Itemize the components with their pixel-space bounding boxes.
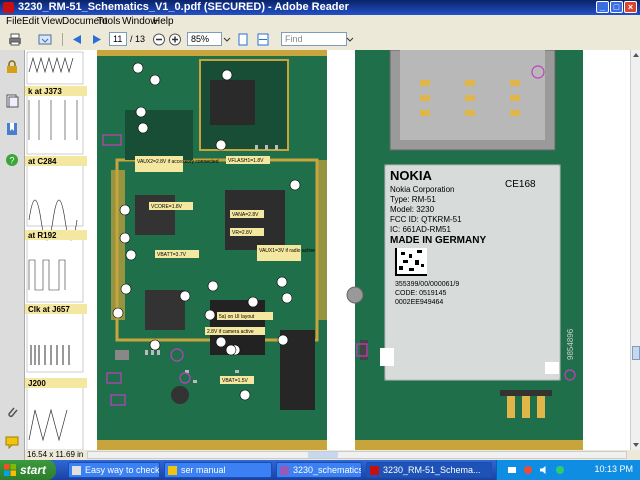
zoom-out-icon[interactable] [152, 33, 166, 46]
window-title: 3230_RM-51_Schematics_V1_0.pdf (SECURED)… [18, 1, 349, 13]
layout-label: 5a) on UI layout [219, 314, 255, 320]
horizontal-scroll-thumb[interactable] [308, 452, 338, 458]
menu-bar: File Edit View Document Tools Window Hel… [0, 15, 640, 29]
clock: 10:13 PM [594, 464, 633, 474]
next-page-icon[interactable] [90, 33, 104, 46]
taskbar: start Easy way to check sh... ser manual… [0, 460, 640, 480]
vbat2-label: VBAT=1.5V [222, 378, 249, 384]
schematic-page: k at J373 at C284 at R192 Clk at J657 J2… [25, 50, 630, 450]
vaux1-label: VAUX1=3V if radio active [259, 248, 315, 254]
start-button[interactable]: start [0, 460, 56, 480]
camera-label: 2.8V if camera active [207, 329, 254, 335]
strip-label: k at J373 [28, 87, 62, 96]
navigation-pane: ? [0, 50, 25, 460]
maximize-button[interactable]: □ [610, 1, 623, 13]
menu-edit[interactable]: Edit [22, 16, 39, 27]
toolbar: 11 / 13 85% Find [0, 29, 640, 51]
menu-view[interactable]: View [41, 16, 63, 27]
fit-page-icon[interactable] [236, 33, 250, 46]
svg-text:?: ? [9, 156, 14, 166]
waveform-strip: k at J373 at C284 at R192 Clk at J657 J2… [25, 50, 87, 450]
task-ser-manual[interactable]: ser manual [164, 462, 272, 478]
label-corp: Nokia Corporation [390, 185, 454, 194]
label-made-in: MADE IN GERMANY [390, 235, 486, 246]
vr-label: VR=2.8V [232, 230, 253, 236]
windows-logo-icon [4, 464, 16, 476]
bookmarks-icon[interactable] [5, 122, 19, 136]
label-serial-2: 0002EE949464 [395, 299, 443, 306]
title-bar: 3230_RM-51_Schematics_V1_0.pdf (SECURED)… [0, 0, 640, 15]
scroll-down-icon[interactable] [632, 441, 640, 449]
attachment-icon[interactable] [5, 405, 19, 419]
fit-width-icon[interactable] [256, 33, 270, 46]
system-tray: 10:13 PM [496, 460, 640, 480]
close-button[interactable]: × [624, 1, 637, 13]
volume-icon[interactable] [539, 465, 549, 475]
browser-icon [72, 466, 81, 475]
page-number-input[interactable]: 11 [109, 32, 127, 46]
network-icon[interactable] [507, 465, 517, 475]
label-fcc: FCC ID: QTKRM-51 [390, 215, 462, 224]
task-adobe-reader[interactable]: 3230_RM-51_Schema... [366, 462, 492, 478]
vaux2-label: VAUX2=2.8V if accessory connected [137, 159, 219, 165]
vana-label: VANA=2.8V [232, 212, 259, 218]
pages-icon[interactable] [5, 94, 19, 108]
horizontal-scrollbar[interactable] [87, 451, 627, 459]
folder-icon [168, 466, 177, 475]
label-model: Model: 3230 [390, 205, 435, 214]
label-code: CODE: 0519145 [395, 290, 446, 297]
comments-icon[interactable] [5, 435, 19, 449]
find-input[interactable]: Find [281, 32, 347, 46]
menu-tools[interactable]: Tools [97, 16, 120, 27]
page-total: / 13 [130, 34, 146, 44]
pcb-back-side: NOKIA CE168 Nokia Corporation Type: RM-5… [346, 50, 583, 450]
page-size: 16.54 x 11.69 in [27, 450, 84, 459]
shield-icon[interactable] [523, 465, 533, 475]
document-view[interactable]: k at J373 at C284 at R192 Clk at J657 J2… [25, 50, 630, 450]
task-easy-way[interactable]: Easy way to check sh... [68, 462, 160, 478]
help-icon[interactable]: ? [5, 153, 19, 167]
zoom-level-select[interactable]: 85% [187, 32, 222, 46]
label-ic: IC: 661AD-RM51 [390, 225, 451, 234]
vcore-label: VCORE=1.8V [151, 204, 183, 210]
menu-file[interactable]: File [6, 16, 22, 27]
strip-label: J200 [28, 379, 46, 388]
chevron-down-icon[interactable] [223, 33, 231, 46]
ce-mark: CE168 [505, 179, 536, 190]
vertical-scrollbar[interactable] [630, 50, 640, 450]
label-type: Type: RM-51 [390, 195, 436, 204]
task-schematics-rar[interactable]: 3230_schematics.rar ... [276, 462, 362, 478]
archive-icon [280, 466, 289, 475]
scroll-thumb[interactable] [632, 346, 640, 360]
lock-icon[interactable] [5, 60, 19, 74]
vbatt-label: VBATT=3.7V [157, 252, 187, 258]
menu-help[interactable]: Help [153, 16, 174, 27]
print-icon[interactable] [8, 33, 22, 46]
zoom-in-icon[interactable] [168, 33, 182, 46]
pdf-icon [370, 466, 379, 475]
minimize-button[interactable]: _ [596, 1, 609, 13]
start-label: start [20, 463, 47, 477]
scroll-up-icon[interactable] [632, 51, 640, 59]
messenger-icon[interactable] [555, 465, 565, 475]
pcb-component-side: VAUX2=2.8V if accessory connected VFLASH… [97, 50, 327, 450]
vertical-label: 9854896 [566, 328, 575, 360]
find-options-chevron-icon[interactable] [346, 33, 354, 46]
previous-page-icon[interactable] [70, 33, 84, 46]
adobe-reader-icon [3, 2, 14, 13]
label-serial-1: 355399/00/000061/9 [395, 281, 459, 288]
nokia-brand: NOKIA [390, 168, 433, 183]
hand-icon[interactable] [38, 33, 52, 46]
strip-label: Clk at J657 [28, 305, 70, 314]
vflash-label: VFLASH1=1.8V [228, 158, 264, 164]
strip-label: at C284 [28, 157, 57, 166]
datamatrix-barcode [395, 248, 427, 276]
document-status-bar: 16.54 x 11.69 in [25, 450, 640, 460]
strip-label: at R192 [28, 231, 57, 240]
